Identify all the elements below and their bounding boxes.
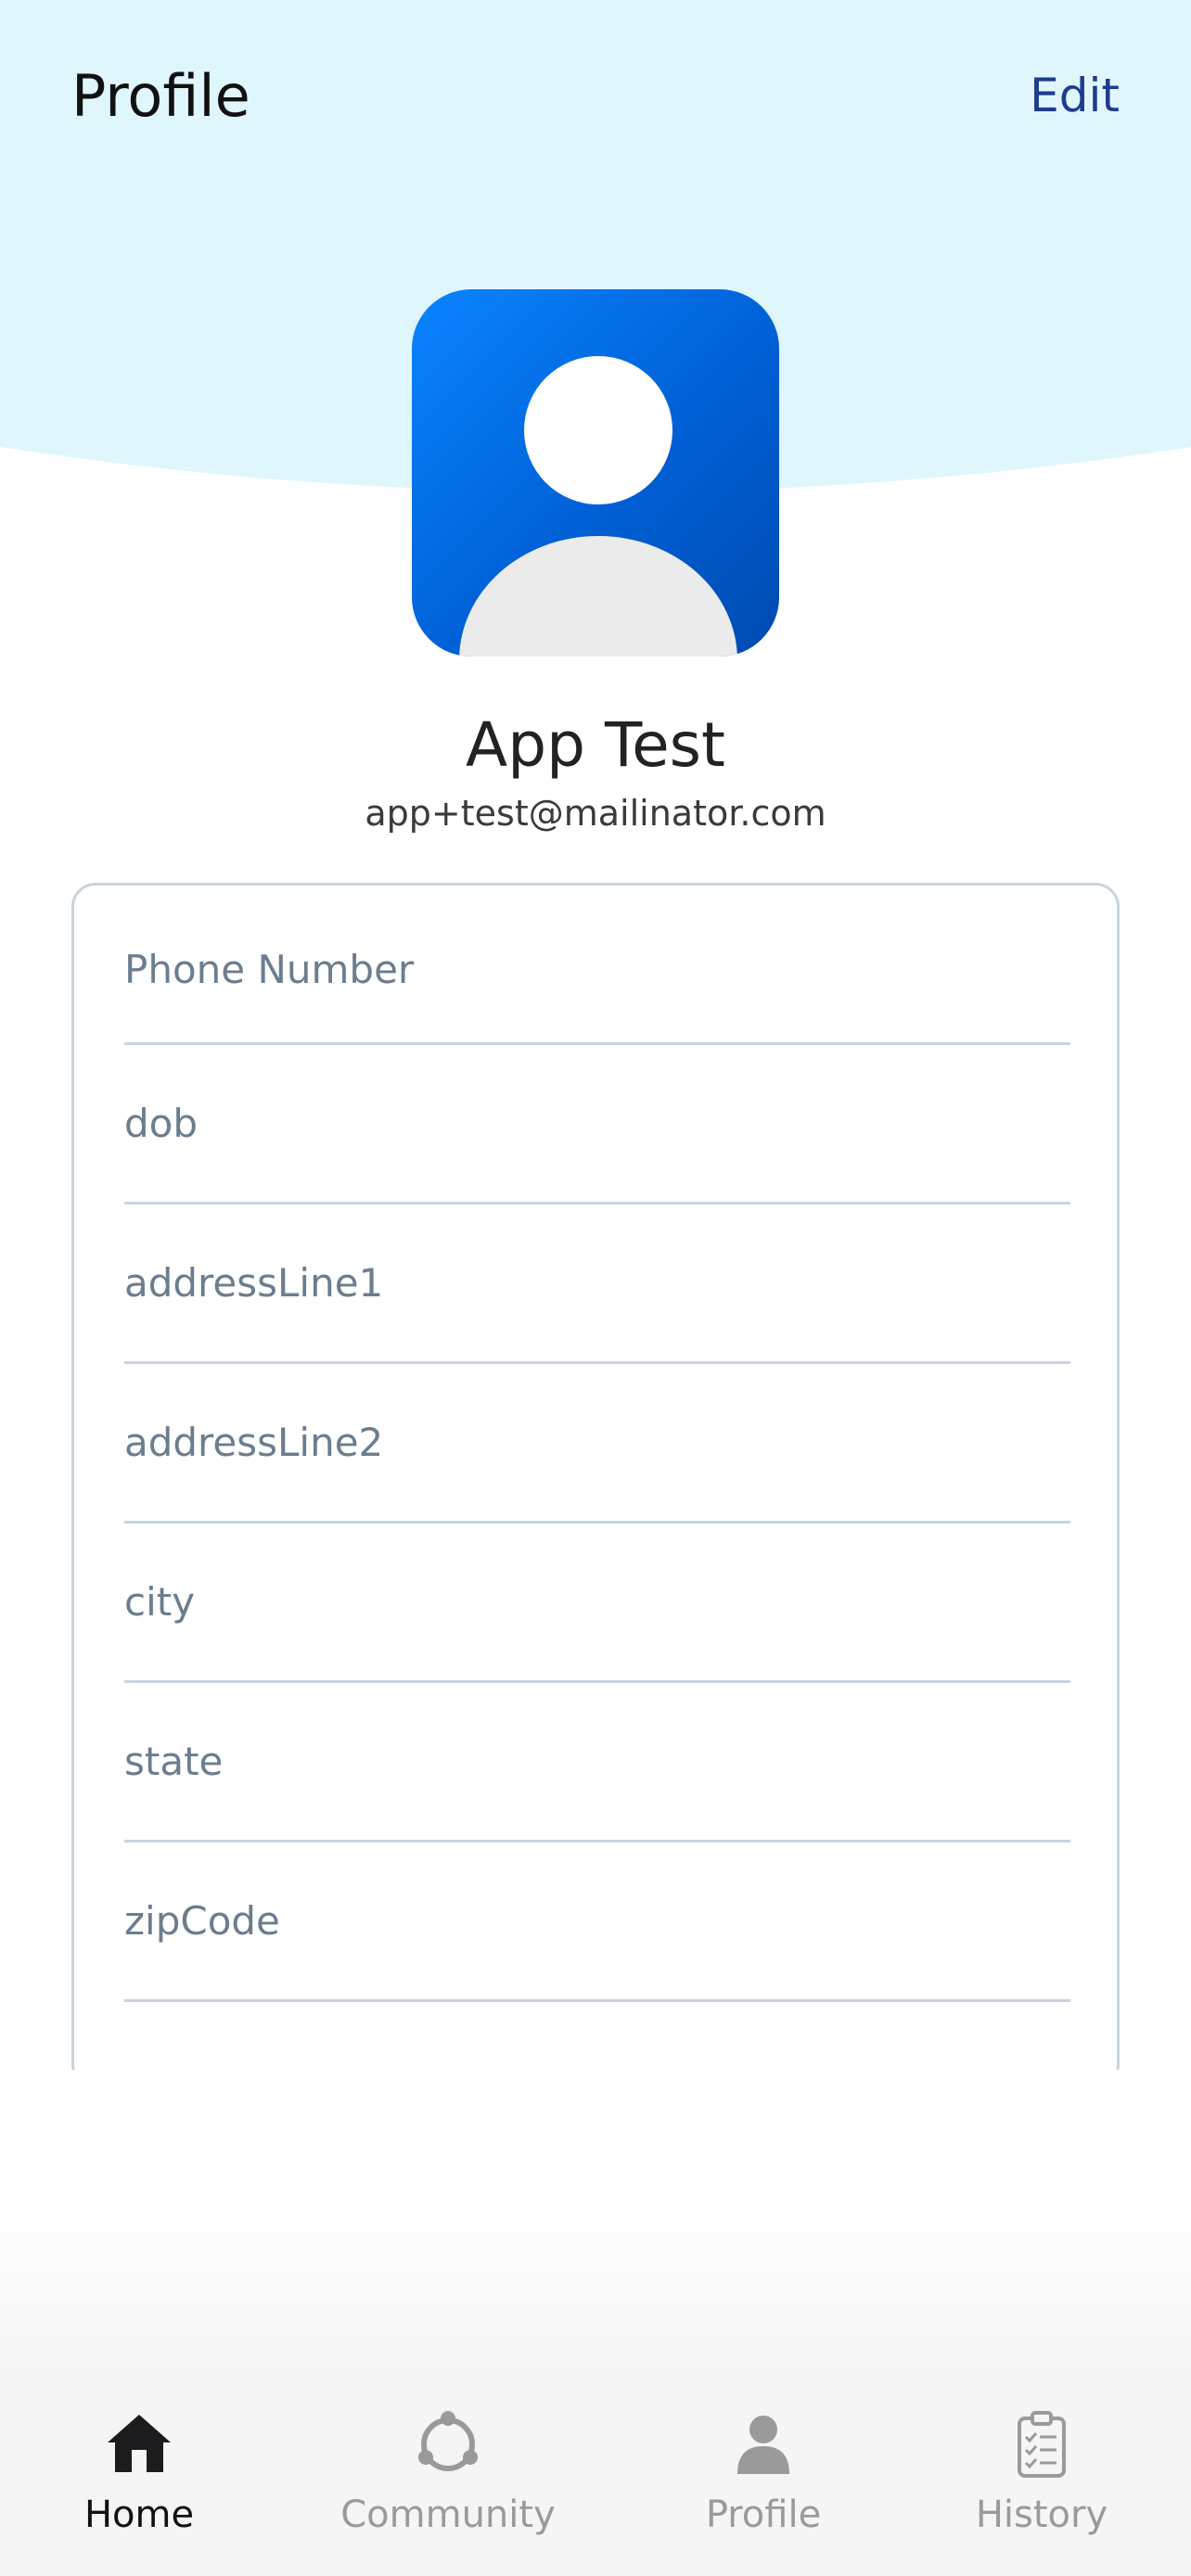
state-field[interactable] [124,1683,1070,1839]
address-line1-field[interactable] [124,1205,1070,1360]
tab-history-label: History [975,2493,1108,2536]
tab-community-label: Community [340,2493,556,2536]
address-line2-field-row [124,1364,1070,1524]
phone-number-field-row [124,886,1070,1047]
edit-button[interactable]: Edit [1030,63,1120,128]
tab-history[interactable]: History [903,2376,1181,2576]
profile-email: app+test@mailinator.com [365,793,826,834]
phone-number-field[interactable] [124,886,1070,1047]
avatar[interactable] [412,289,779,657]
page-title: Profile [71,62,250,130]
profile-form-card [71,883,1120,2088]
tab-community[interactable]: Community [309,2376,587,2576]
address-line2-field[interactable] [124,1364,1070,1520]
dob-field-row [124,1045,1070,1205]
city-field-row [124,1524,1070,1683]
tab-home-label: Home [83,2493,195,2536]
address-line1-field-row [124,1205,1070,1364]
city-field[interactable] [124,1524,1070,1679]
bottom-tab-bar: Home Community Profile History [0,2376,1191,2576]
tab-home[interactable]: Home [0,2376,278,2576]
history-icon [1018,2411,1066,2478]
zipcode-field[interactable] [124,1843,1070,1998]
state-field-row [124,1683,1070,1843]
content-fade-overlay [0,2070,1191,2376]
user-avatar-icon [459,356,737,657]
community-icon [418,2411,478,2471]
home-icon [108,2415,171,2472]
profile-icon [737,2416,789,2474]
zipcode-field-row [124,1843,1070,2002]
dob-field[interactable] [124,1045,1070,1201]
profile-name: App Test [466,709,725,781]
tab-profile-label: Profile [705,2493,822,2536]
tab-profile[interactable]: Profile [624,2376,903,2576]
